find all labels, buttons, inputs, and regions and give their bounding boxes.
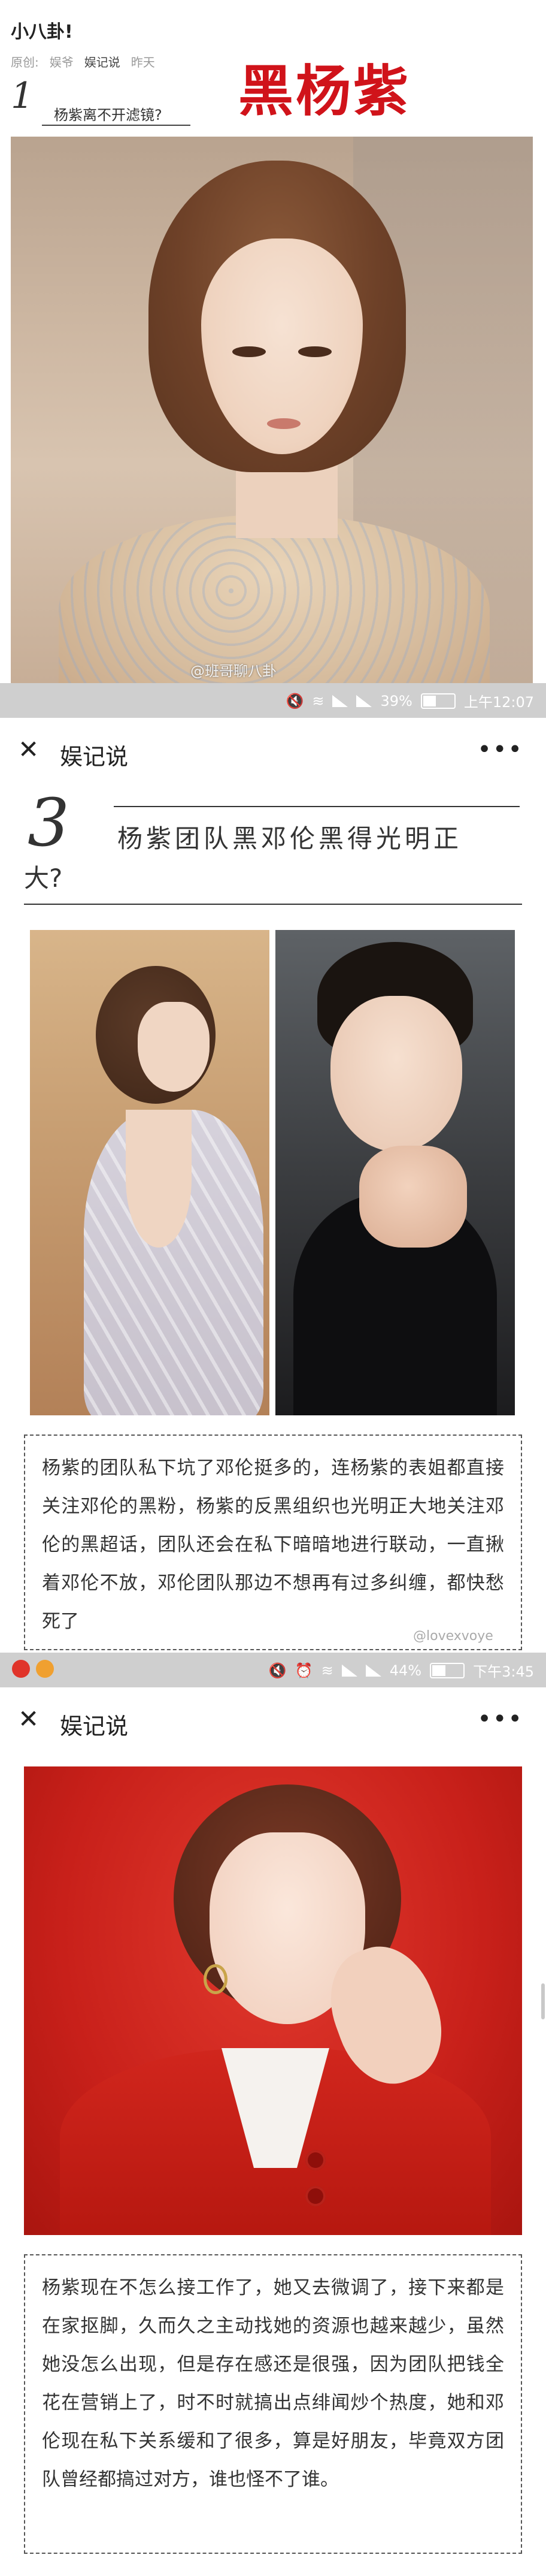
status-icons: 🔇 ≋ 39% 上午12:07 (286, 690, 534, 711)
item-title-line1: 杨紫团队黑邓伦黑得光明正 (117, 824, 463, 853)
battery-icon (430, 1662, 465, 1678)
intro-text: 小八卦! (11, 22, 73, 43)
signal-icon (365, 1664, 381, 1677)
item-number: 1 (11, 75, 34, 117)
wifi-icon: ≋ (321, 1662, 333, 1679)
status-bar: 🔇 ⏰ ≋ 44% 下午3:45 (0, 1653, 546, 1687)
more-icon[interactable]: ••• (477, 1705, 523, 1733)
meta-date: 昨天 (131, 55, 155, 70)
item-title-line2: 大? (24, 863, 63, 893)
photo-fist (359, 1146, 467, 1248)
photo-watermark: @lovexvoye (413, 1629, 493, 1644)
app-bar-title: 娱记说 (60, 744, 129, 770)
status-bar: 🔇 ≋ 39% 上午12:07 (0, 683, 546, 718)
item-number: 3 (28, 784, 69, 861)
divider (24, 904, 522, 905)
photo-eye (298, 346, 332, 357)
app-notification-icon (36, 1660, 54, 1678)
actor-photo (275, 930, 515, 1415)
weibo-icon (12, 1660, 30, 1678)
meta-channel[interactable]: 娱爷 (50, 53, 74, 70)
status-icons: 🔇 ⏰ ≋ 44% 下午3:45 (269, 1660, 534, 1681)
photo-coat-button (305, 2186, 326, 2206)
headline-stamp: 黑杨紫 (238, 59, 411, 123)
battery-percent: 44% (389, 1662, 422, 1679)
meta-label: 原创: (11, 55, 39, 70)
close-icon[interactable]: ✕ (18, 1707, 39, 1732)
photo-earring (204, 1964, 228, 1994)
app-bar-title: 娱记说 (60, 1713, 129, 1740)
status-time: 下午3:45 (473, 1663, 534, 1680)
signal-icon (341, 1664, 357, 1677)
app-bar: ✕ 娱记说 ••• (0, 718, 546, 781)
red-portrait-photo (24, 1766, 522, 2235)
article-meta: 原创: 娱爷 娱记说 昨天 (11, 53, 155, 70)
mute-icon: 🔇 (268, 1662, 287, 1679)
photo-face (138, 1002, 210, 1092)
portrait-photo (11, 137, 533, 683)
meta-author[interactable]: 娱记说 (84, 53, 120, 70)
photo-watermark: @班哥聊八卦 (190, 663, 277, 680)
battery-icon (420, 693, 456, 709)
paragraph-box: 杨紫的团队私下坑了邓伦挺多的，连杨紫的表姐都直接关注邓伦的黑粉，杨紫的反黑组织也… (24, 1435, 522, 1650)
notification-icons (12, 1660, 54, 1678)
scrollbar-thumb[interactable] (541, 1983, 545, 2019)
actress-photo (30, 930, 269, 1415)
item-title: 杨紫离不开滤镜? (54, 107, 162, 123)
divider (42, 125, 190, 126)
paragraph-box: 杨紫现在不怎么接工作了，她又去微调了，接下来都是在家抠脚，久而久之主动找她的资源… (24, 2254, 522, 2554)
photo-face (330, 996, 462, 1152)
paragraph-text: 杨紫现在不怎么接工作了，她又去微调了，接下来都是在家抠脚，久而久之主动找她的资源… (42, 2277, 504, 2490)
battery-percent: 39% (380, 692, 412, 709)
mute-icon: 🔇 (286, 692, 304, 709)
photo-back (126, 1110, 192, 1248)
photo-lips (267, 418, 301, 429)
alarm-icon: ⏰ (295, 1662, 313, 1679)
paragraph-text: 杨紫的团队私下坑了邓伦挺多的，连杨紫的表姐都直接关注邓伦的黑粉，杨紫的反黑组织也… (42, 1457, 504, 1632)
wifi-icon: ≋ (312, 692, 324, 709)
status-time: 上午12:07 (463, 694, 534, 711)
close-icon[interactable]: ✕ (18, 737, 39, 762)
app-bar: ✕ 娱记说 ••• (0, 1687, 546, 1750)
photo-eye (232, 346, 266, 357)
more-icon[interactable]: ••• (477, 736, 523, 763)
signal-icon (356, 694, 372, 707)
photo-coat-button (305, 2150, 326, 2170)
signal-icon (332, 694, 348, 707)
divider (114, 806, 520, 807)
